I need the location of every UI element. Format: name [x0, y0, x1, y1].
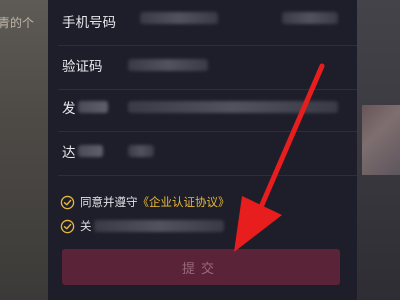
- submit-button[interactable]: 提交: [62, 249, 340, 285]
- phone-row[interactable]: 手机号码: [48, 0, 357, 46]
- field3-value-redacted: [128, 101, 338, 113]
- enterprise-verification-form: 手机号码 验证码 发 达 同意并遵守 《企业认证协议》 关 提交: [48, 0, 357, 300]
- check-circle-icon[interactable]: [60, 195, 75, 210]
- code-row[interactable]: 验证码: [48, 44, 357, 90]
- phone-label: 手机号码: [62, 15, 116, 31]
- field4-label: 达: [62, 145, 76, 161]
- field4-value-redacted: [128, 145, 154, 157]
- background-image: [362, 105, 400, 175]
- field3-label: 发: [62, 101, 76, 117]
- agreement-row-1[interactable]: 同意并遵守 《企业认证协议》: [60, 193, 230, 211]
- field4-row[interactable]: 达: [48, 130, 357, 176]
- check-circle-icon[interactable]: [60, 219, 75, 234]
- agreement-text: 同意并遵守: [80, 195, 138, 209]
- agreement-link[interactable]: 《企业认证协议》: [138, 194, 230, 210]
- agreement-text-2: 关: [80, 219, 92, 233]
- field4-label-redacted: [78, 145, 103, 157]
- field3-label-redacted: [78, 101, 108, 113]
- agreement-row-2[interactable]: 关: [60, 217, 224, 235]
- code-value-redacted: [128, 59, 208, 71]
- divider: [58, 175, 357, 176]
- field3-row[interactable]: 发: [48, 86, 357, 132]
- phone-value-redacted-2: [282, 12, 338, 24]
- background-page-left: [0, 0, 48, 300]
- background-text: 青的个: [0, 16, 35, 30]
- agreement-text-redacted: [93, 220, 224, 232]
- phone-value-redacted: [140, 12, 218, 24]
- code-label: 验证码: [62, 59, 103, 75]
